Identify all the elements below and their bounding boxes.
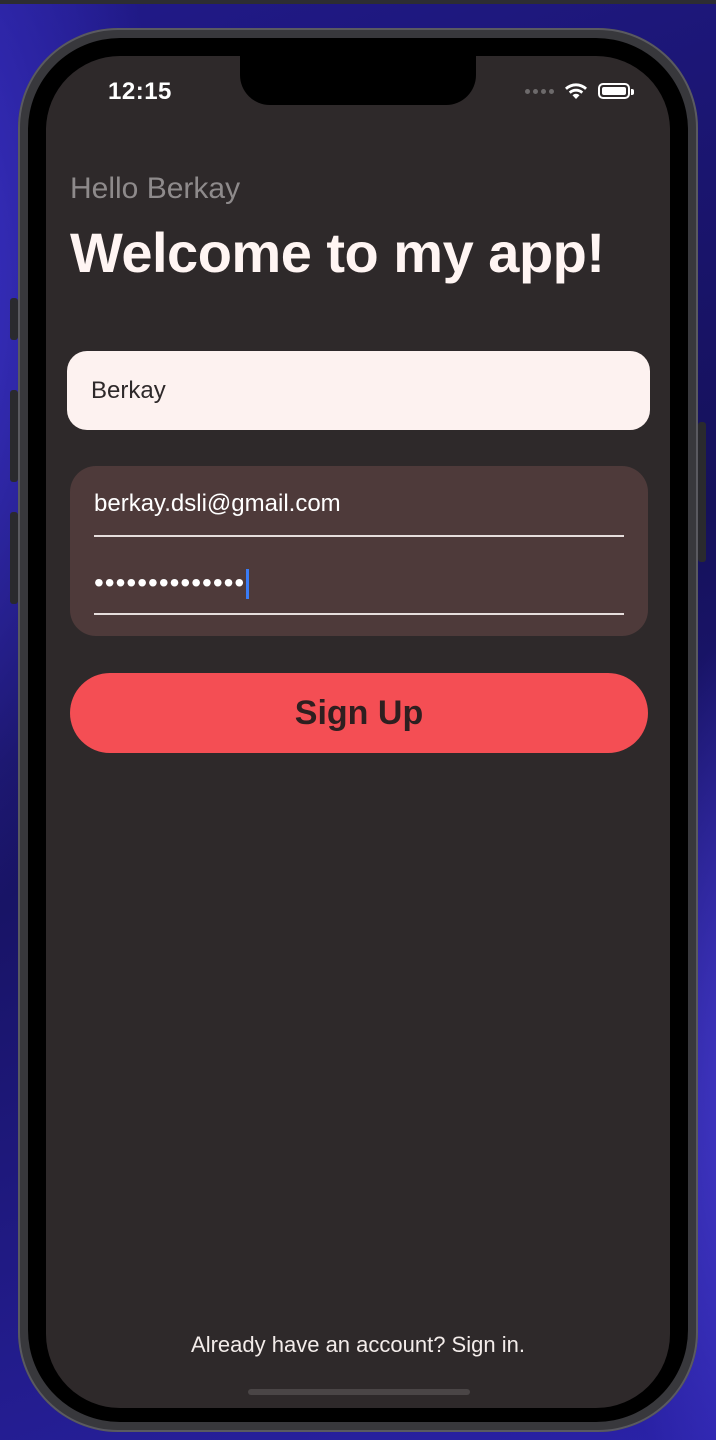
silent-switch (10, 298, 18, 340)
volume-down-button (10, 512, 18, 604)
status-icons (525, 82, 634, 100)
window-top-edge (0, 0, 716, 4)
greeting-text: Hello Berkay (70, 172, 241, 205)
email-field[interactable]: berkay.dsli@gmail.com (94, 490, 624, 537)
cellular-dots-icon (525, 88, 554, 94)
name-input-value: Berkay (91, 376, 166, 404)
sign-up-button-label: Sign Up (294, 693, 424, 732)
notch (240, 56, 476, 105)
app-screen: 12:15 Hello Berkay Welcome to my app! Be… (46, 56, 670, 1408)
password-field[interactable]: •••••••••••••• (94, 566, 624, 615)
sign-in-link[interactable]: Already have an account? Sign in. (46, 1332, 670, 1358)
status-time: 12:15 (108, 78, 172, 105)
name-input[interactable]: Berkay (67, 351, 650, 430)
wifi-icon (565, 83, 587, 99)
email-field-value: berkay.dsli@gmail.com (94, 490, 341, 517)
credentials-card: berkay.dsli@gmail.com •••••••••••••• (70, 466, 648, 636)
battery-icon (598, 83, 634, 99)
text-cursor (246, 569, 250, 599)
volume-up-button (10, 390, 18, 482)
password-field-value: •••••••••••••• (94, 567, 246, 598)
home-indicator[interactable] (248, 1389, 470, 1395)
power-button (698, 422, 706, 562)
sign-up-button[interactable]: Sign Up (70, 673, 648, 753)
page-title: Welcome to my app! (70, 221, 605, 284)
